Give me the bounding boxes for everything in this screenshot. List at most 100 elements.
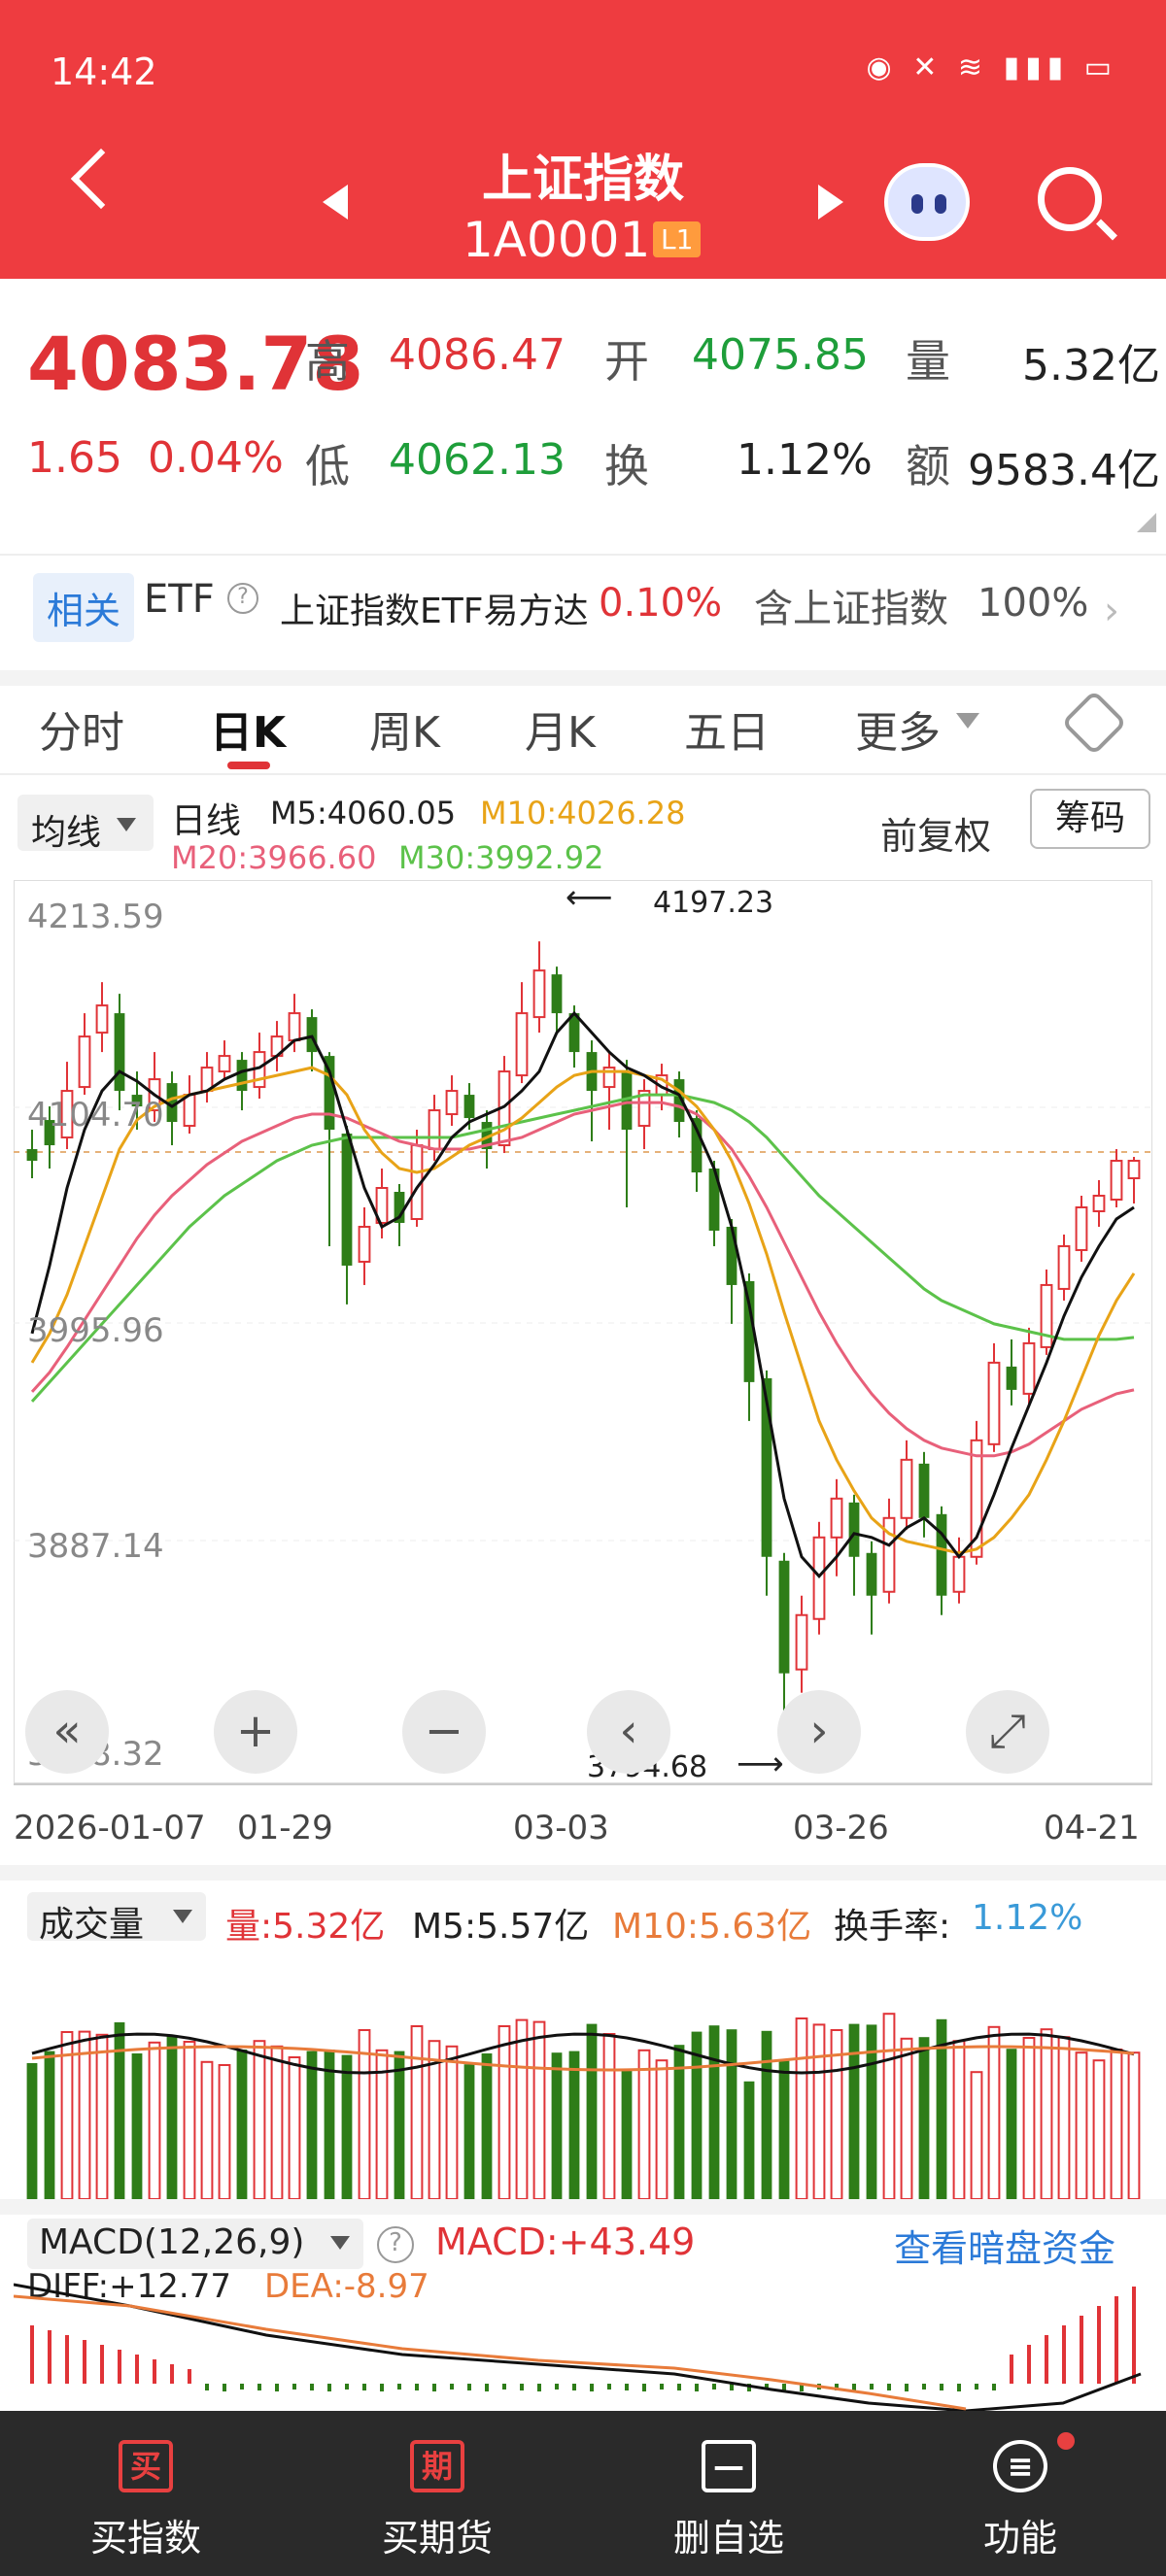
macd-bar [1097,2306,1101,2384]
macd-bar [397,2384,401,2390]
macd-bar [695,2384,699,2391]
volume-bar [306,2051,318,2199]
related-tag: 相关 [33,573,135,642]
volume-bar [655,2059,669,2199]
macd-bar [782,2384,786,2390]
chips-button[interactable]: 筹码 [1030,789,1150,849]
volume-bar [532,2020,546,2199]
zoom-in-icon[interactable]: + [214,1690,297,1774]
kline-chart[interactable] [14,880,1152,1783]
macd-bar [1010,2355,1013,2384]
ma10-value: M10:4026.28 [480,795,686,831]
volume-value: 5.32亿 [1022,341,1160,390]
macd-bar [485,2384,489,2391]
nav-label: 功能 [982,2517,1057,2559]
nav-buy-index[interactable]: 买 买指数 [0,2411,292,2576]
tab-intraday[interactable]: 分时 [39,697,124,760]
expand-corner-icon[interactable] [1137,513,1156,532]
volume-chart[interactable] [14,1943,1152,2199]
ma30-value: M30:3992.92 [398,839,604,876]
candle [515,1012,529,1077]
macd-chart[interactable] [14,2267,1152,2411]
volume-bar [497,2025,511,2199]
candle [900,1458,913,1519]
high-label: 高 [305,335,350,388]
candle [26,1149,38,1162]
adjust-mode[interactable]: 前复权 [880,806,991,860]
candle [1127,1160,1141,1180]
candle [532,969,546,1019]
y-tick-1: 4213.59 [27,898,164,936]
x-tick-1: 2026-01-07 [14,1809,206,1847]
nav-remove-watchlist[interactable]: — 删自选 [583,2411,874,2576]
macd-bar [590,2384,594,2391]
volume-bar [1040,2028,1053,2199]
volume-bar [586,2023,598,2199]
macd-bar [607,2384,611,2390]
candle [341,1134,353,1266]
macd-bar [572,2384,576,2390]
y-tick-2: 4104.70 [27,1096,164,1135]
zoom-out-icon[interactable]: − [402,1690,486,1774]
candle [1092,1194,1106,1212]
tab-monthly-k[interactable]: 月K [525,697,596,760]
macd-bar [450,2384,454,2390]
candle [358,1225,371,1263]
open-value: 4075.85 [692,330,869,380]
nav-buy-futures[interactable]: 期 买期货 [292,2411,583,2576]
scroll-right-icon[interactable]: › [777,1690,861,1774]
volume-bar [1057,2036,1071,2199]
help-icon[interactable]: ? [227,583,258,614]
volume-bar [463,2064,475,2199]
scroll-left-icon[interactable]: ‹ [587,1690,670,1774]
etf-name[interactable]: 上证指数ETF易方达 [280,583,588,633]
fullscreen-icon[interactable]: ⤢ [966,1690,1049,1774]
next-stock-icon[interactable] [818,185,843,220]
volume-bar [1110,2049,1123,2199]
volume-bar [900,2037,913,2199]
macd-dropdown-icon [330,2236,350,2250]
nav-functions[interactable]: ≡ 功能 [874,2411,1166,2576]
dark-pool-link[interactable]: 查看暗盘资金 [894,2219,1115,2272]
chevron-right-icon[interactable]: › [1104,589,1119,633]
tab-more[interactable]: 更多 [855,697,941,760]
candle [95,1004,109,1034]
scroll-left-fast-icon[interactable]: « [25,1690,109,1774]
macd-bar [380,2384,384,2391]
volume-bar [288,2056,301,2199]
macd-bar [467,2384,471,2390]
candle [952,1555,966,1593]
volume-bar [1075,2051,1088,2199]
macd-help-icon[interactable]: ? [377,2226,414,2263]
search-icon[interactable] [1038,167,1102,231]
volume-bar [637,2049,651,2199]
macd-bar [100,2345,104,2384]
volume-bar [95,2033,109,2199]
candle [183,1094,196,1128]
macd-bar [65,2335,69,2384]
nav-label: 删自选 [672,2517,784,2559]
volume-bar [970,2071,983,2199]
volume-bar [410,2025,424,2199]
volume-m5-line [31,2032,1135,2075]
ma-dropdown-icon [117,818,136,831]
macd-bar [153,2359,156,2384]
macd-bar [135,2355,139,2384]
macd-bar [520,2384,524,2390]
volume-dropdown-icon [173,1910,192,1923]
candle [1057,1244,1071,1290]
low-arrow-icon: ⟶ [737,1745,784,1783]
x-axis [14,1783,1152,1799]
macd-bar [48,2330,51,2384]
tab-daily-k[interactable]: 日K [210,697,286,760]
macd-selector-label: MACD(12,26,9) [39,2222,305,2262]
dea-line [14,2294,967,2411]
more-dropdown-icon [956,713,979,729]
volume-bar [987,2025,1001,2199]
macd-bar [537,2384,541,2391]
candle [778,1560,790,1674]
macd-bar [712,2384,716,2390]
tab-weekly-k[interactable]: 周K [369,697,440,760]
tab-five-day[interactable]: 五日 [684,697,770,760]
assistant-robot-icon[interactable] [884,163,970,241]
